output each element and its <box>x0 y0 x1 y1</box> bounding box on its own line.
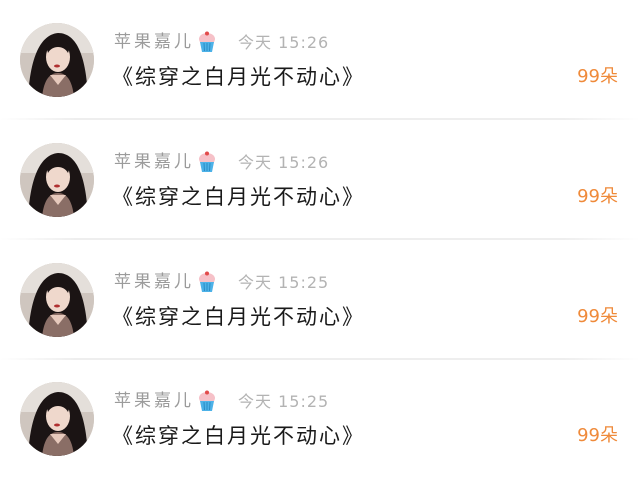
avatar[interactable] <box>20 23 94 97</box>
message-text: 《综穿之白月光不动心》 <box>112 424 365 448</box>
gift-count: 99朵 <box>577 66 618 87</box>
list-item[interactable]: 苹果嘉儿 今天 15:25 《综穿之白月光不动心》 99朵 <box>0 359 640 479</box>
message-text: 《综穿之白月光不动心》 <box>112 65 365 89</box>
username[interactable]: 苹果嘉儿 <box>114 150 194 174</box>
gift-count: 99朵 <box>577 186 618 207</box>
cupcake-icon <box>199 31 215 52</box>
gift-count: 99朵 <box>577 306 618 327</box>
avatar[interactable] <box>20 263 94 337</box>
message-text: 《综穿之白月光不动心》 <box>112 305 365 329</box>
list-item[interactable]: 苹果嘉儿 今天 15:26 《综穿之白月光不动心》 99朵 <box>0 0 640 120</box>
message-text: 《综穿之白月光不动心》 <box>112 185 365 209</box>
timestamp: 今天 15:26 <box>238 153 330 172</box>
cupcake-icon <box>199 390 215 411</box>
gift-count: 99朵 <box>577 425 618 446</box>
timestamp: 今天 15:25 <box>238 273 330 292</box>
list-item[interactable]: 苹果嘉儿 今天 15:26 《综穿之白月光不动心》 99朵 <box>0 120 640 240</box>
timestamp: 今天 15:25 <box>238 392 330 411</box>
username[interactable]: 苹果嘉儿 <box>114 389 194 413</box>
cupcake-icon <box>199 271 215 292</box>
username[interactable]: 苹果嘉儿 <box>114 30 194 54</box>
gift-message-list: 苹果嘉儿 今天 15:26 《综穿之白月光不动心》 99朵 苹果嘉儿 今天 15… <box>0 0 640 479</box>
timestamp: 今天 15:26 <box>238 33 330 52</box>
list-item[interactable]: 苹果嘉儿 今天 15:25 《综穿之白月光不动心》 99朵 <box>0 240 640 360</box>
cupcake-icon <box>199 151 215 172</box>
username[interactable]: 苹果嘉儿 <box>114 270 194 294</box>
avatar[interactable] <box>20 382 94 456</box>
avatar[interactable] <box>20 143 94 217</box>
